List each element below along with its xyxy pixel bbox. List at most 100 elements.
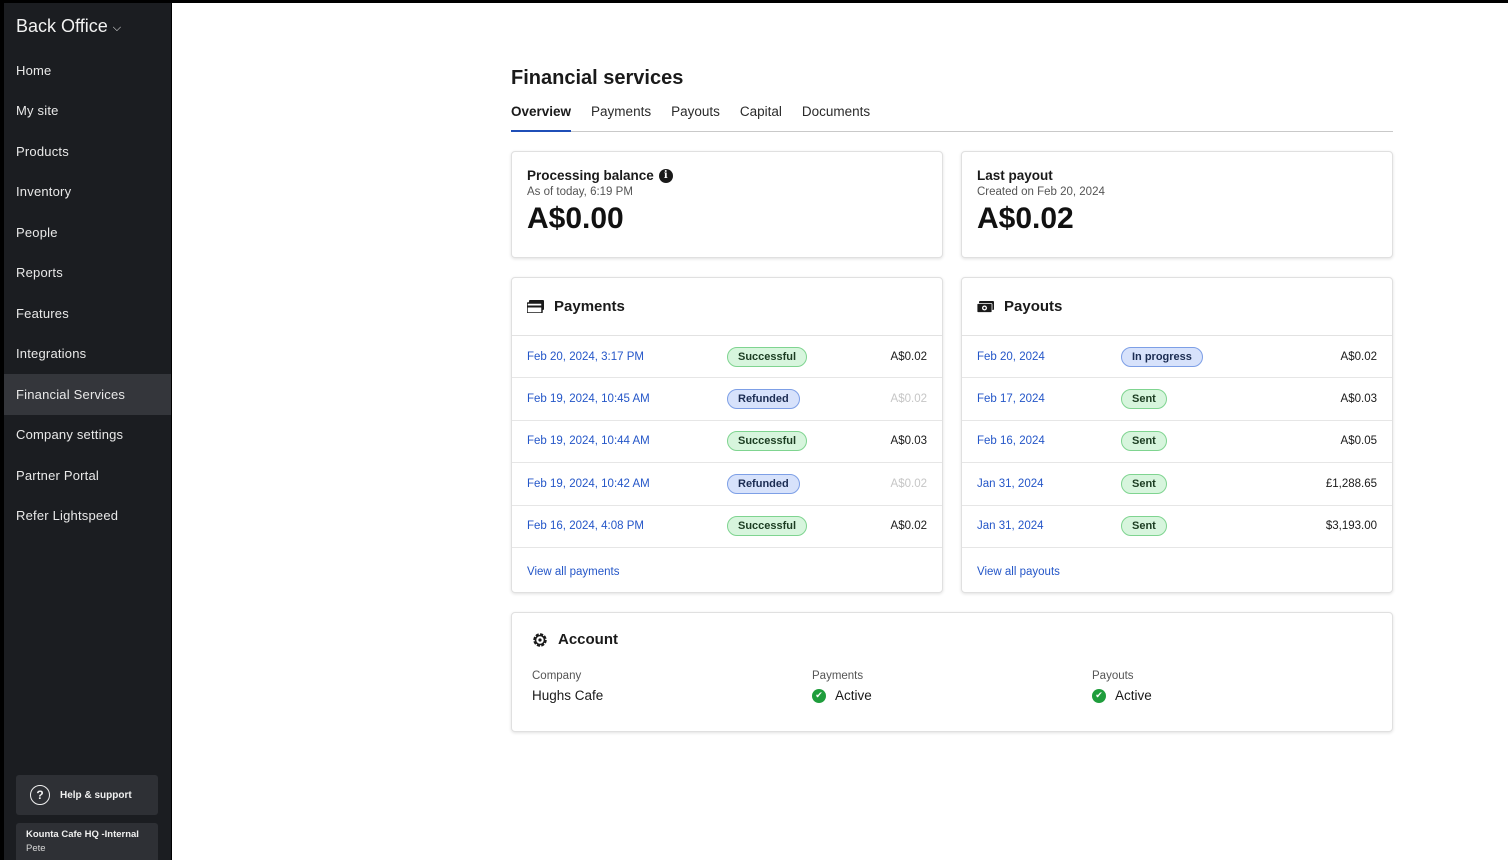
help-label: Help & support — [60, 789, 132, 801]
last-payout-card: Last payout Created on Feb 20, 2024 A$0.… — [961, 151, 1393, 258]
payment-date-link[interactable]: Feb 19, 2024, 10:44 AM — [527, 435, 650, 447]
account-payments-col: Payments ✔ Active — [812, 670, 1092, 703]
payout-row: Jan 31, 2024 Sent £1,288.65 — [962, 463, 1392, 506]
status-badge: In progress — [1121, 346, 1203, 367]
page-title: Financial services — [511, 67, 684, 89]
account-company-col: Company Hughs Cafe — [532, 670, 812, 703]
sidebar-item-inventory[interactable]: Inventory — [4, 172, 171, 213]
company-value: Hughs Cafe — [532, 688, 604, 703]
check-circle-icon: ✔ — [812, 688, 826, 703]
payment-row: Feb 19, 2024, 10:42 AM Refunded A$0.02 — [512, 463, 942, 506]
payouts-card: Payouts Feb 20, 2024 In progress A$0.02 … — [961, 277, 1393, 593]
payment-date-link[interactable]: Feb 16, 2024, 4:08 PM — [527, 520, 644, 532]
sidebar-item-company-settings[interactable]: Company settings — [4, 415, 171, 456]
sidebar-item-features[interactable]: Features — [4, 293, 171, 334]
payment-date-link[interactable]: Feb 19, 2024, 10:42 AM — [527, 478, 650, 490]
payout-row: Jan 31, 2024 Sent $3,193.00 — [962, 506, 1392, 548]
sidebar-nav: Home My site Products Inventory People R… — [4, 50, 171, 536]
help-support-button[interactable]: ? Help & support — [16, 775, 158, 815]
payment-row: Feb 16, 2024, 4:08 PM Successful A$0.02 — [512, 506, 942, 548]
status-badge: Sent — [1121, 389, 1167, 410]
check-circle-icon: ✔ — [1092, 688, 1106, 703]
status-badge: Sent — [1121, 516, 1167, 537]
sidebar-item-integrations[interactable]: Integrations — [4, 334, 171, 375]
payouts-card-header: Payouts — [962, 278, 1392, 336]
tab-payments[interactable]: Payments — [591, 104, 651, 132]
processing-balance-title: Processing balance — [527, 168, 654, 183]
sidebar-item-partner-portal[interactable]: Partner Portal — [4, 455, 171, 496]
sidebar-item-people[interactable]: People — [4, 212, 171, 253]
tab-documents[interactable]: Documents — [802, 104, 870, 132]
payment-amount: A$0.03 — [890, 435, 927, 448]
payment-date-link[interactable]: Feb 20, 2024, 3:17 PM — [527, 351, 644, 363]
last-payout-subtitle: Created on Feb 20, 2024 — [977, 186, 1105, 198]
company-label: Company — [532, 670, 582, 682]
status-badge: Sent — [1121, 473, 1167, 494]
processing-balance-subtitle: As of today, 6:19 PM — [527, 186, 633, 198]
account-switcher[interactable]: Kounta Cafe HQ -Internal Pete — [16, 823, 158, 860]
status-badge: Refunded — [727, 389, 800, 410]
payouts-card-title: Payouts — [1004, 298, 1063, 315]
status-badge: Refunded — [727, 473, 800, 494]
view-all-payments-link[interactable]: View all payments — [512, 548, 942, 596]
account-card-header: Account — [532, 631, 1372, 648]
sidebar: Back Office ⌵ Home My site Products Inve… — [4, 3, 171, 860]
sidebar-item-refer-lightspeed[interactable]: Refer Lightspeed — [4, 496, 171, 537]
main-content: Financial services Overview Payments Pay… — [172, 3, 1508, 860]
status-badge: Successful — [727, 346, 808, 367]
cash-icon — [977, 300, 994, 313]
sidebar-item-products[interactable]: Products — [4, 131, 171, 172]
payout-date-link[interactable]: Feb 17, 2024 — [977, 393, 1045, 405]
payout-amount: £1,288.65 — [1325, 477, 1377, 490]
account-user: Pete — [26, 843, 46, 854]
status-badge: Sent — [1121, 431, 1167, 452]
payout-amount: A$0.02 — [1340, 350, 1377, 363]
payout-date-link[interactable]: Feb 20, 2024 — [977, 351, 1045, 363]
brand-label: Back Office — [16, 16, 108, 36]
payments-card-header: Payments — [512, 278, 942, 336]
account-details: Company Hughs Cafe Payments ✔ Active Pay… — [532, 670, 1372, 703]
account-card-title: Account — [558, 631, 618, 648]
payment-amount: A$0.02 — [890, 520, 927, 533]
payment-row: Feb 19, 2024, 10:44 AM Successful A$0.03 — [512, 421, 942, 464]
processing-balance-amount: A$0.00 — [527, 202, 624, 235]
chevron-down-icon: ⌵ — [112, 21, 122, 34]
payout-row: Feb 17, 2024 Sent A$0.03 — [962, 378, 1392, 421]
payout-row: Feb 20, 2024 In progress A$0.02 — [962, 336, 1392, 379]
payouts-status-label: Payouts — [1092, 670, 1134, 682]
payments-status: ✔ Active — [812, 688, 1092, 703]
sidebar-item-home[interactable]: Home — [4, 50, 171, 91]
tab-payouts[interactable]: Payouts — [671, 104, 720, 132]
payments-card: Payments Feb 20, 2024, 3:17 PM Successfu… — [511, 277, 943, 593]
processing-balance-heading: Processing balance i — [527, 168, 927, 183]
last-payout-amount: A$0.02 — [977, 202, 1074, 235]
payment-amount: A$0.02 — [890, 393, 927, 406]
gear-icon — [533, 632, 547, 647]
payout-date-link[interactable]: Jan 31, 2024 — [977, 520, 1044, 532]
processing-balance-card: Processing balance i As of today, 6:19 P… — [511, 151, 943, 258]
payment-amount: A$0.02 — [890, 477, 927, 490]
sidebar-item-my-site[interactable]: My site — [4, 91, 171, 132]
payout-row: Feb 16, 2024 Sent A$0.05 — [962, 421, 1392, 464]
payout-date-link[interactable]: Jan 31, 2024 — [977, 478, 1044, 490]
payment-date-link[interactable]: Feb 19, 2024, 10:45 AM — [527, 393, 650, 405]
payment-row: Feb 19, 2024, 10:45 AM Refunded A$0.02 — [512, 378, 942, 421]
payment-amount: A$0.02 — [890, 350, 927, 363]
payout-date-link[interactable]: Feb 16, 2024 — [977, 435, 1045, 447]
view-all-payouts-link[interactable]: View all payouts — [962, 548, 1392, 596]
credit-card-icon — [527, 300, 544, 313]
payouts-status-value: Active — [1115, 688, 1152, 703]
brand-menu[interactable]: Back Office ⌵ — [16, 16, 121, 37]
payout-amount: A$0.05 — [1340, 435, 1377, 448]
account-company: Kounta Cafe HQ -Internal — [26, 829, 139, 840]
tab-bar: Overview Payments Payouts Capital Docume… — [511, 104, 1393, 132]
last-payout-title: Last payout — [977, 168, 1053, 183]
tab-capital[interactable]: Capital — [740, 104, 782, 132]
payment-row: Feb 20, 2024, 3:17 PM Successful A$0.02 — [512, 336, 942, 379]
info-icon[interactable]: i — [658, 168, 673, 183]
sidebar-item-reports[interactable]: Reports — [4, 253, 171, 294]
account-payouts-col: Payouts ✔ Active — [1092, 670, 1372, 703]
tab-overview[interactable]: Overview — [511, 104, 572, 132]
sidebar-item-financial-services[interactable]: Financial Services — [4, 374, 171, 415]
payments-card-title: Payments — [554, 298, 625, 315]
